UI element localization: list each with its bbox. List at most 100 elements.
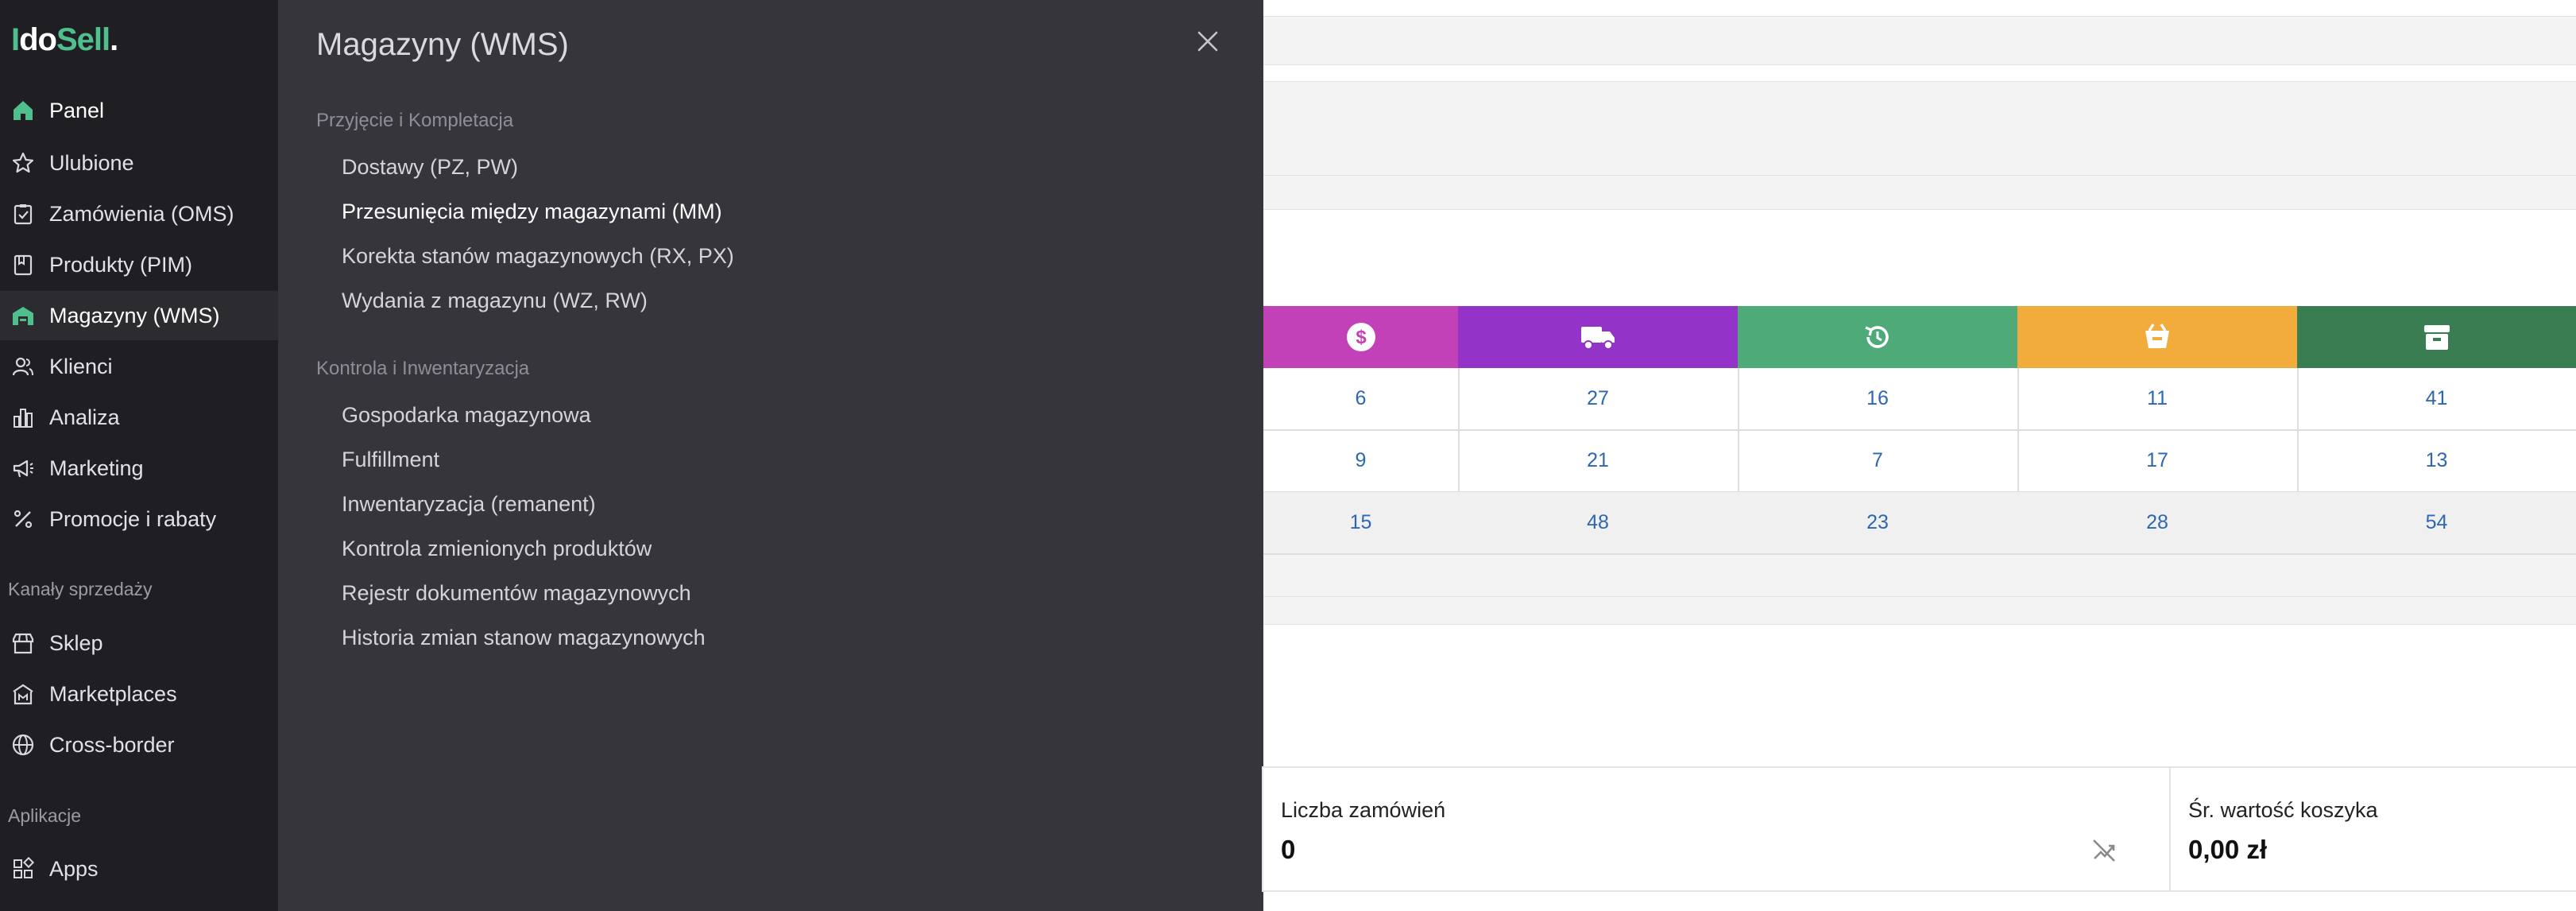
stat-cell-link[interactable]: 23 — [1738, 492, 2019, 555]
avg-basket-value: 0,00 zł — [2188, 835, 2268, 864]
logo-text-do: do — [19, 22, 57, 57]
book-icon — [11, 253, 35, 277]
stat-cell-link[interactable]: 11 — [2017, 368, 2299, 431]
archive-icon — [2423, 325, 2450, 350]
close-submenu-button[interactable] — [1190, 24, 1225, 59]
submenu-link-stock-corrections[interactable]: Korekta stanów magazynowych (RX, PX) — [342, 244, 734, 269]
users-icon — [11, 355, 35, 378]
stat-header-baskets — [2017, 306, 2299, 368]
sidebar-item-apps[interactable]: Apps — [0, 844, 278, 894]
sidebar-item-customers[interactable]: Klienci — [0, 342, 278, 391]
stat-cell-link[interactable]: 41 — [2297, 368, 2576, 431]
globe-icon — [11, 733, 35, 757]
submenu-link-deliveries[interactable]: Dostawy (PZ, PW) — [342, 155, 518, 180]
dashboard-main: $ 6 27 16 11 41 9 21 7 17 13 15 48 23 28 54 Liczba zam… — [1262, 0, 2576, 911]
sidebar-item-analytics[interactable]: Analiza — [0, 393, 278, 442]
warehouse-icon — [11, 304, 35, 328]
toolbar-band — [1263, 81, 2576, 176]
logo-text-sell: Sell — [56, 22, 110, 57]
section-label-applications: Aplikacje — [8, 805, 82, 826]
sidebar-item-label: Zamówienia (OMS) — [49, 201, 234, 226]
stat-header-returns — [1738, 306, 2019, 368]
submenu-link-warehouse-issues[interactable]: Wydania z magazynu (WZ, RW) — [342, 289, 648, 313]
sidebar-item-marketplaces[interactable]: Marketplaces — [0, 669, 278, 719]
submenu-link-inventory[interactable]: Inwentaryzacja (remanent) — [342, 492, 596, 517]
stat-cell-link[interactable]: 13 — [2297, 430, 2576, 493]
truck-icon — [1581, 327, 1615, 350]
bar-chart-icon — [11, 405, 35, 429]
sidebar-item-warehouses[interactable]: Magazyny (WMS) — [0, 291, 278, 340]
apps-grid-icon — [11, 857, 35, 881]
submenu-link-document-register[interactable]: Rejestr dokumentów magazynowych — [342, 581, 691, 606]
no-trend-icon[interactable] — [2090, 836, 2118, 869]
avg-basket-label: Śr. wartość koszyka — [2188, 798, 2378, 822]
header-bar — [1263, 16, 2576, 65]
submenu-link-stock-history[interactable]: Historia zmian stanow magazynowych — [342, 626, 706, 650]
stat-cell-link[interactable]: 21 — [1458, 430, 1739, 493]
sidebar-item-label: Cross-border — [49, 732, 175, 757]
stat-header-payments: $ — [1263, 306, 1460, 368]
idosell-logo[interactable]: IdoSell. — [11, 22, 118, 58]
orders-count-card: Liczba zamówień 0 — [1262, 766, 2290, 892]
sidebar-item-label: Marketing — [49, 456, 144, 480]
stat-cell-link[interactable]: 7 — [1738, 430, 2019, 493]
logo-dot: . — [110, 22, 118, 57]
home-icon — [11, 99, 35, 122]
submenu-link-fulfillment[interactable]: Fulfillment — [342, 448, 439, 472]
svg-text:$: $ — [1356, 327, 1367, 348]
stat-header-shipments — [1458, 306, 1739, 368]
submenu-link-warehouse-management[interactable]: Gospodarka magazynowa — [342, 403, 591, 428]
stat-cell-link[interactable]: 28 — [2017, 492, 2299, 555]
sidebar-item-label: Produkty (PIM) — [49, 252, 193, 277]
sidebar-item-label: Magazyny (WMS) — [49, 303, 220, 328]
stat-cell-link[interactable]: 54 — [2297, 492, 2576, 555]
logo-letter-i: I — [11, 22, 20, 57]
stat-cell-link[interactable]: 17 — [2017, 430, 2299, 493]
section-label-sales-channels: Kanały sprzedaży — [8, 579, 153, 599]
store-icon — [11, 631, 35, 655]
sidebar-item-label: Panel — [49, 98, 105, 122]
stat-cell-link[interactable]: 27 — [1458, 368, 1739, 431]
stat-cell-link[interactable]: 9 — [1263, 430, 1460, 493]
section-divider-lower-2 — [1263, 596, 2576, 625]
sidebar-item-label: Promocje i rabaty — [49, 506, 217, 531]
sidebar-item-panel[interactable]: Panel — [0, 86, 278, 135]
wms-submenu-panel: Magazyny (WMS) Przyjęcie i Kompletacja D… — [278, 0, 1263, 911]
history-icon — [1865, 326, 1889, 348]
stat-cell-link[interactable]: 6 — [1263, 368, 1460, 431]
submenu-group-control-title: Kontrola i Inwentaryzacja — [316, 358, 530, 379]
sidebar-item-label: Marketplaces — [49, 681, 177, 706]
sidebar-item-products[interactable]: Produkty (PIM) — [0, 240, 278, 289]
marketplace-icon — [11, 682, 35, 706]
submenu-title: Magazyny (WMS) — [316, 27, 569, 62]
sidebar-item-cross-border[interactable]: Cross-border — [0, 720, 278, 770]
sidebar-item-label: Apps — [49, 856, 99, 881]
sidebar-item-promotions[interactable]: Promocje i rabaty — [0, 494, 278, 544]
stat-cell-link[interactable]: 16 — [1738, 368, 2019, 431]
avg-basket-card: Śr. wartość koszyka 0,00 zł — [2169, 766, 2576, 892]
submenu-group-receiving-title: Przyjęcie i Kompletacja — [316, 110, 514, 131]
sidebar-item-marketing[interactable]: Marketing — [0, 444, 278, 493]
sidebar-item-label: Analiza — [49, 405, 120, 429]
section-divider — [1263, 175, 2576, 210]
orders-count-value: 0 — [1281, 835, 1296, 864]
orders-count-label: Liczba zamówień — [1281, 798, 1446, 822]
sidebar-item-store[interactable]: Sklep — [0, 618, 278, 668]
close-icon — [1197, 31, 1218, 52]
sidebar-item-label: Klienci — [49, 354, 113, 378]
dollar-circle-icon: $ — [1346, 323, 1375, 351]
clipboard-check-icon — [11, 202, 35, 226]
submenu-link-changed-products[interactable]: Kontrola zmienionych produktów — [342, 537, 652, 561]
basket-icon — [2145, 324, 2169, 348]
sidebar-item-favorites[interactable]: Ulubione — [0, 138, 278, 188]
main-sidebar: IdoSell. Panel Ulubione Zamówienia (OMS)… — [0, 0, 278, 911]
stat-cell-link[interactable]: 15 — [1263, 492, 1460, 555]
stat-cell-link[interactable]: 48 — [1458, 492, 1739, 555]
megaphone-icon — [11, 456, 35, 480]
percent-icon — [11, 507, 35, 531]
submenu-link-transfers[interactable]: Przesunięcia między magazynami (MM) — [342, 200, 722, 224]
sidebar-item-orders[interactable]: Zamówienia (OMS) — [0, 189, 278, 238]
star-icon — [11, 151, 35, 175]
sidebar-item-label: Sklep — [49, 630, 103, 655]
stat-header-archive — [2297, 306, 2576, 368]
